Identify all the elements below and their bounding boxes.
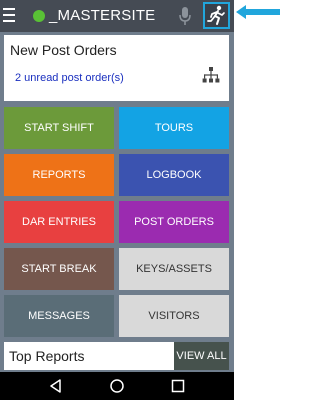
android-nav-bar bbox=[0, 372, 234, 400]
running-person-icon bbox=[207, 5, 225, 25]
messages-button[interactable]: MESSAGES bbox=[4, 295, 114, 337]
annotation-arrow-icon bbox=[236, 5, 280, 19]
start-break-button[interactable]: START BREAK bbox=[4, 248, 114, 290]
unread-post-orders-link[interactable]: 2 unread post order(s) bbox=[15, 72, 124, 84]
running-person-button[interactable] bbox=[203, 2, 230, 29]
home-icon[interactable] bbox=[109, 378, 125, 394]
tours-button[interactable]: TOURS bbox=[119, 107, 229, 149]
reports-button[interactable]: REPORTS bbox=[4, 154, 114, 196]
microphone-icon[interactable] bbox=[178, 6, 192, 26]
recents-icon[interactable] bbox=[170, 378, 186, 394]
top-bar: _MASTERSITE bbox=[0, 0, 234, 32]
dar-entries-button[interactable]: DAR ENTRIES bbox=[4, 201, 114, 243]
back-icon[interactable] bbox=[48, 378, 64, 394]
post-orders-card[interactable]: New Post Orders 2 unread post order(s) bbox=[4, 35, 229, 101]
post-orders-title: New Post Orders bbox=[10, 42, 117, 58]
top-reports-title: Top Reports bbox=[9, 348, 85, 364]
keys-assets-button[interactable]: KEYS/ASSETS bbox=[119, 248, 229, 290]
hierarchy-icon bbox=[202, 67, 220, 83]
status-dot-icon bbox=[33, 10, 45, 22]
phone-screen: _MASTERSITE New Post Orders 2 unread pos… bbox=[0, 0, 234, 400]
view-all-button[interactable]: VIEW ALL bbox=[174, 342, 229, 370]
logbook-button[interactable]: LOGBOOK bbox=[119, 154, 229, 196]
top-reports-header: Top Reports bbox=[4, 342, 174, 370]
site-name: _MASTERSITE bbox=[49, 7, 156, 24]
post-orders-button[interactable]: POST ORDERS bbox=[119, 201, 229, 243]
menu-icon[interactable] bbox=[3, 8, 15, 24]
visitors-button[interactable]: VISITORS bbox=[119, 295, 229, 337]
start-shift-button[interactable]: START SHIFT bbox=[4, 107, 114, 149]
